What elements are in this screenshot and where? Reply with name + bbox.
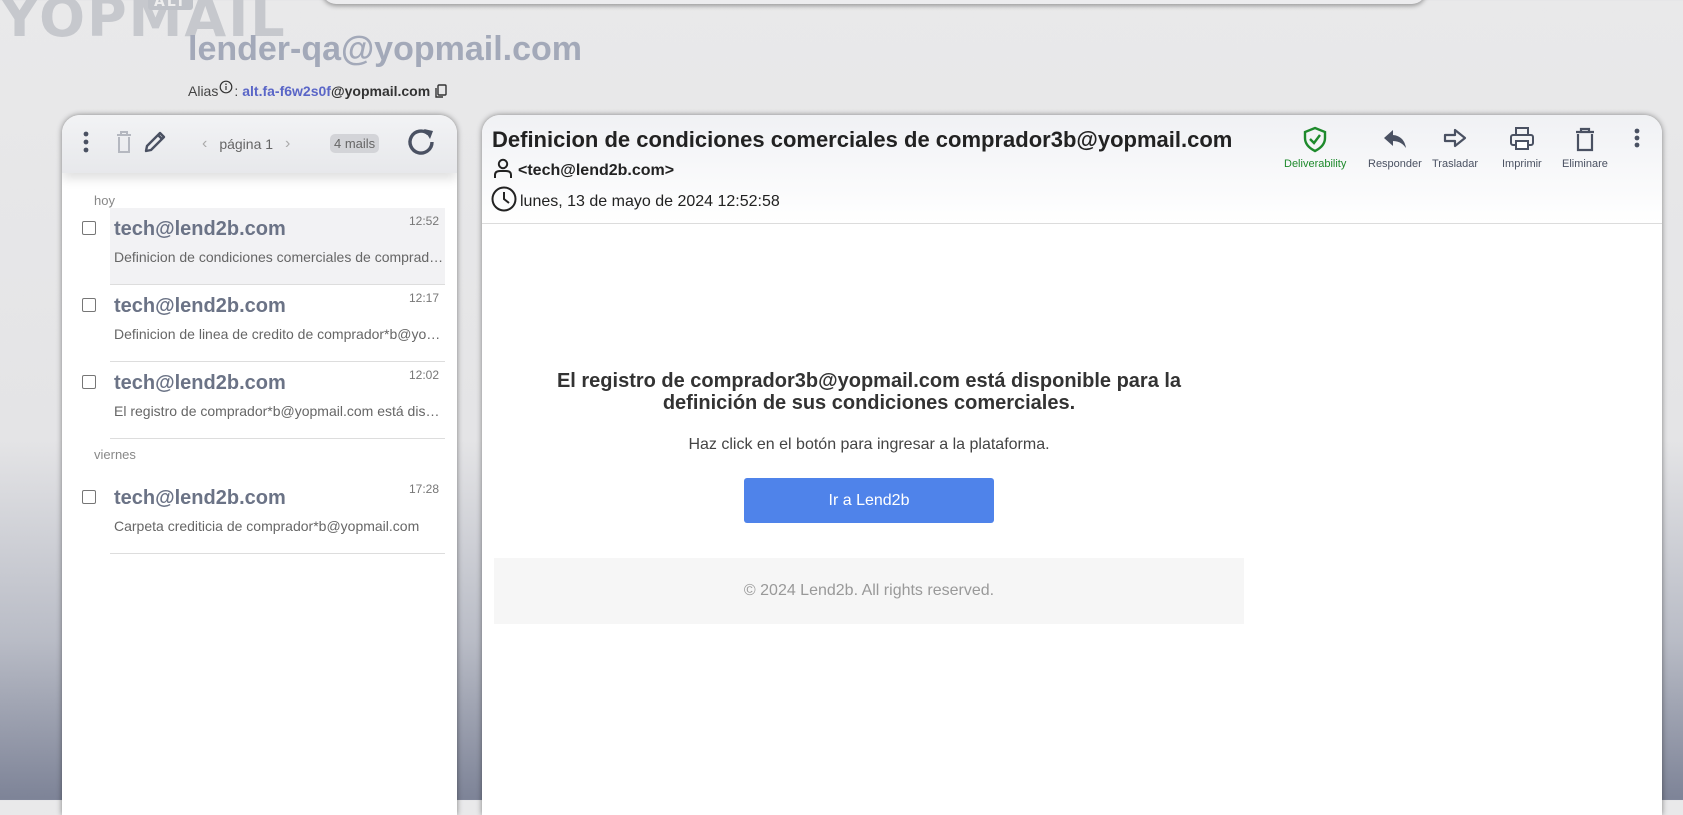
mail-list-item[interactable]: tech@lend2b.com Definicion de condicione… — [62, 208, 457, 285]
mail-subject: El registro de comprador*b@yopmail.com e… — [114, 403, 445, 419]
mail-count-badge: 4 mails — [330, 134, 380, 153]
clock-icon — [490, 185, 518, 218]
mail-checkbox[interactable] — [82, 221, 96, 235]
mail-subject: Definicion de linea de credito de compra… — [114, 326, 445, 342]
alias-separator: : — [234, 83, 239, 99]
shield-check-icon — [1303, 126, 1327, 153]
deliverability-label: Deliverability — [1284, 158, 1347, 170]
mail-list-item[interactable]: tech@lend2b.com Definicion de linea de c… — [62, 285, 457, 362]
reply-button[interactable]: Responder — [1368, 125, 1422, 170]
mail-subject: Definicion de condiciones comerciales de… — [114, 249, 445, 265]
mail-time: 12:02 — [408, 368, 439, 382]
reply-icon — [1383, 130, 1406, 148]
forward-button[interactable]: Trasladar — [1432, 125, 1478, 170]
top-navigation-bar — [322, 0, 1426, 4]
logo-tag: ALT — [148, 0, 193, 10]
mail-list-item-body[interactable]: tech@lend2b.com Definicion de condicione… — [110, 208, 445, 285]
pagination: ‹ página 1 › — [202, 135, 290, 153]
message-subline: Haz click en el botón para ingresar a la… — [688, 436, 1050, 453]
more-options-icon — [1634, 128, 1640, 148]
message-footer: © 2024 Lend2b. All rights reserved. — [494, 558, 1244, 624]
more-options-icon[interactable] — [82, 129, 90, 160]
user-icon — [492, 157, 514, 184]
alias-name[interactable]: alt.fa-f6w2s0f — [242, 83, 331, 99]
mail-list-item-body[interactable]: tech@lend2b.com Carpeta crediticia de co… — [110, 462, 445, 554]
print-button[interactable]: Imprimir — [1502, 125, 1542, 170]
pencil-icon[interactable] — [142, 129, 168, 160]
page-label: página 1 — [219, 136, 274, 152]
chevron-left-icon[interactable]: ‹ — [202, 135, 207, 153]
mail-time: 17:28 — [408, 482, 439, 496]
message-sender: <tech@lend2b.com> — [492, 157, 674, 184]
message-panel: Definicion de condiciones comerciales de… — [482, 115, 1662, 815]
message-body: El registro de comprador3b@yopmail.com e… — [494, 370, 1244, 523]
mail-checkbox[interactable] — [82, 490, 96, 504]
mail-subject: Carpeta crediticia de comprador*b@yopmai… — [114, 518, 420, 534]
alias-label: Alias — [188, 83, 219, 99]
go-to-lend2b-button[interactable]: Ir a Lend2b — [744, 478, 994, 523]
printer-icon — [1509, 127, 1534, 150]
mail-checkbox[interactable] — [82, 298, 96, 312]
date-text: lunes, 13 de mayo de 2024 12:52:58 — [520, 192, 780, 210]
mail-list-toolbar: ‹ página 1 › 4 mails — [62, 115, 457, 173]
mail-checkbox[interactable] — [82, 375, 96, 389]
mail-group-today: hoy tech@lend2b.com Definicion de condic… — [62, 193, 457, 439]
delete-label: Eliminare — [1562, 158, 1608, 170]
forward-icon — [1443, 128, 1467, 148]
mail-list-item[interactable]: tech@lend2b.com El registro de comprador… — [62, 362, 457, 439]
mail-sender: tech@lend2b.com — [114, 372, 286, 394]
refresh-icon[interactable] — [404, 125, 438, 164]
print-label: Imprimir — [1502, 158, 1542, 170]
mail-sender: tech@lend2b.com — [114, 218, 286, 240]
sender-address: <tech@lend2b.com> — [518, 161, 675, 179]
deliverability-button[interactable]: Deliverability — [1284, 125, 1346, 170]
mail-list-item[interactable]: tech@lend2b.com Carpeta crediticia de co… — [62, 462, 457, 554]
chevron-right-icon[interactable]: › — [285, 135, 290, 153]
group-label-friday: viernes — [94, 447, 136, 462]
alias-line: Alias : alt.fa-f6w2s0f @yopmail.com — [188, 80, 449, 102]
inbox-address: lender-qa@yopmail.com — [188, 30, 583, 68]
message-headline: El registro de comprador3b@yopmail.com e… — [556, 370, 1182, 414]
copy-icon[interactable] — [433, 83, 449, 99]
mail-time: 12:17 — [408, 291, 439, 305]
message-subject: Definicion de condiciones comerciales de… — [492, 127, 1233, 152]
reply-label: Responder — [1368, 158, 1422, 170]
mail-list-item-body[interactable]: tech@lend2b.com Definicion de linea de c… — [110, 285, 445, 362]
alias-domain: @yopmail.com — [330, 83, 431, 99]
mail-group-friday: viernes tech@lend2b.com Carpeta creditic… — [62, 447, 457, 554]
mail-time: 12:52 — [408, 214, 439, 228]
delete-button[interactable]: Eliminare — [1562, 125, 1608, 170]
forward-label: Trasladar — [1432, 158, 1479, 170]
mail-list-item-body[interactable]: tech@lend2b.com El registro de comprador… — [110, 362, 445, 439]
message-header: Definicion de condiciones comerciales de… — [482, 115, 1662, 224]
message-date: lunes, 13 de mayo de 2024 12:52:58 — [490, 185, 780, 218]
info-icon[interactable] — [219, 80, 233, 94]
mail-sender: tech@lend2b.com — [114, 295, 286, 317]
more-actions-button[interactable] — [1632, 125, 1642, 156]
mail-list-panel: ‹ página 1 › 4 mails hoy tech@lend2b.com… — [62, 115, 457, 815]
trash-icon[interactable] — [114, 129, 134, 160]
mail-sender: tech@lend2b.com — [114, 487, 286, 509]
group-label-today: hoy — [94, 193, 115, 208]
trash-icon — [1575, 127, 1594, 152]
